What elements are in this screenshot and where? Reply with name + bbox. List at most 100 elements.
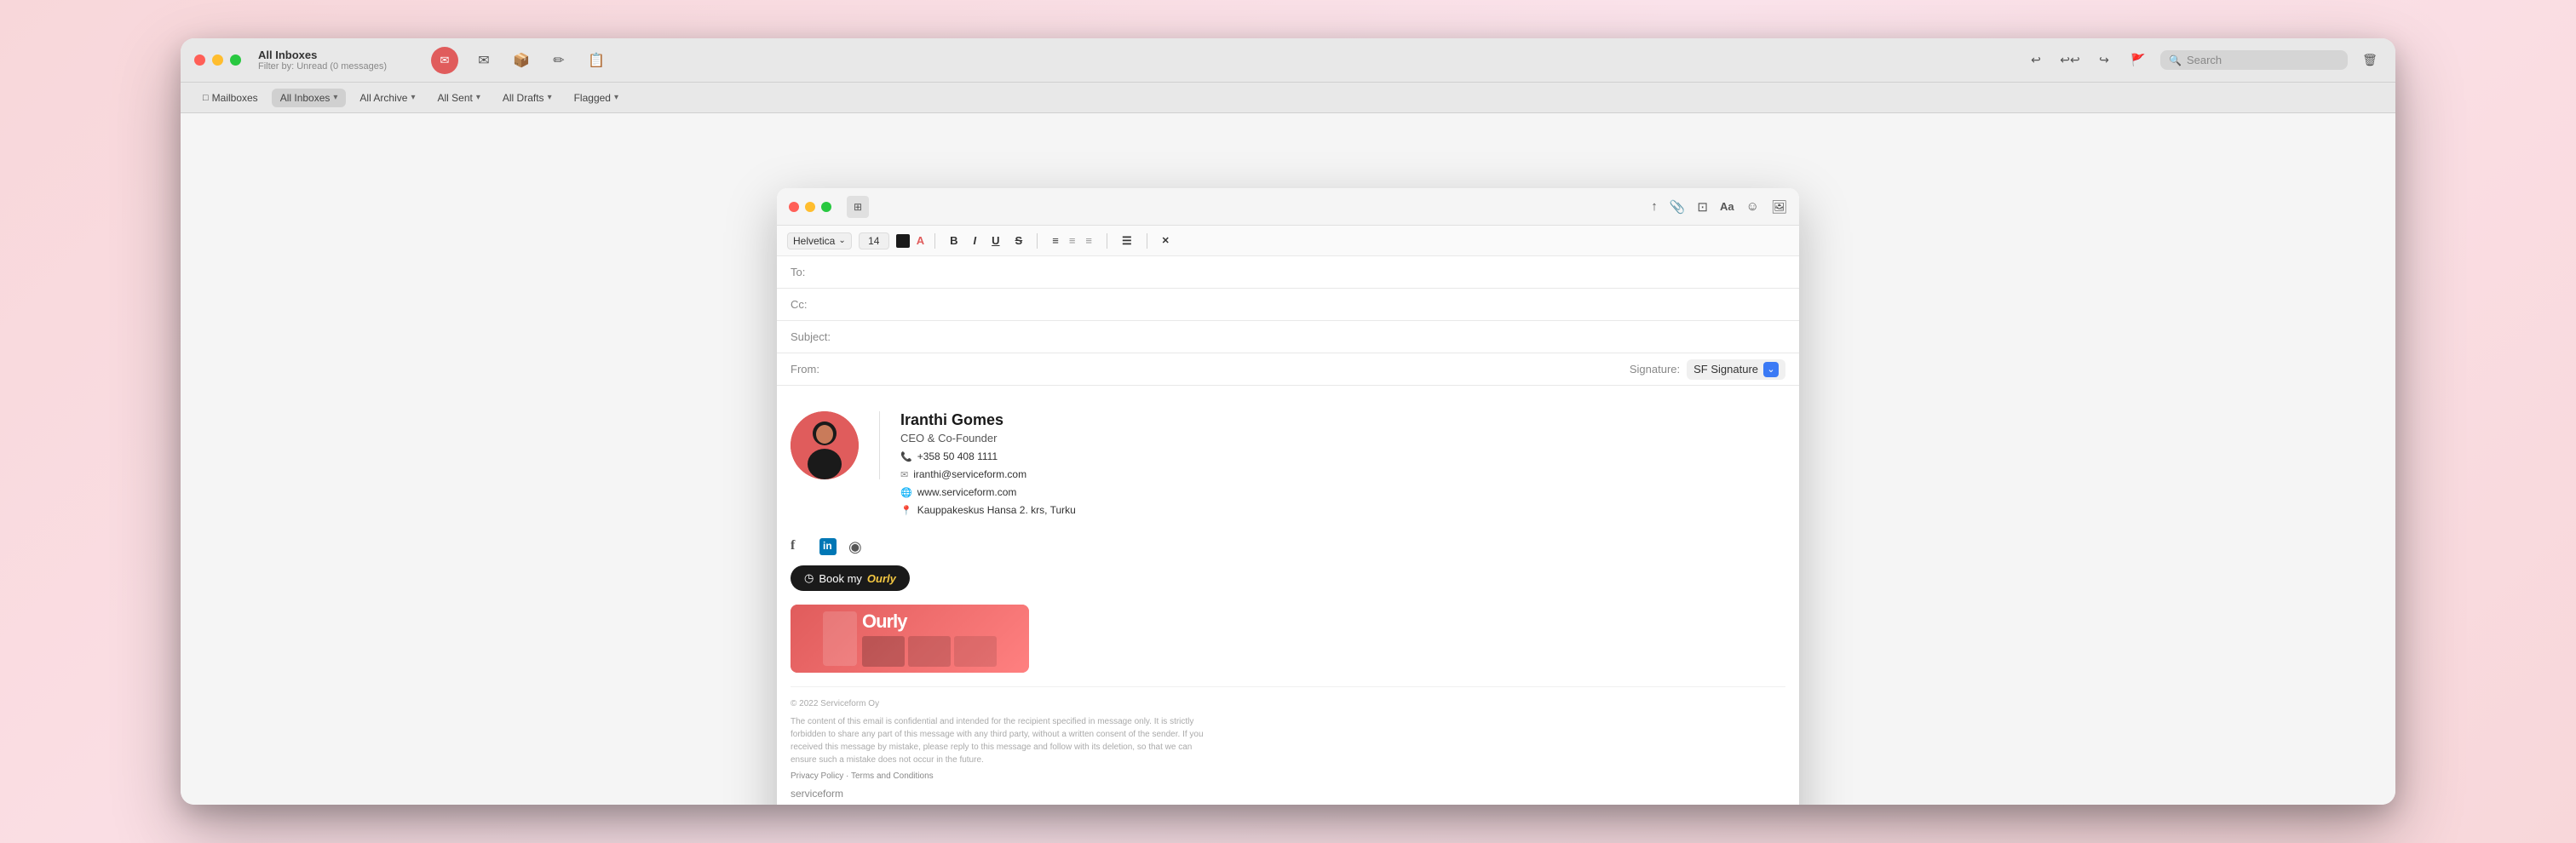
font-size-input[interactable] bbox=[859, 232, 889, 249]
edit-icon[interactable]: ✏ bbox=[547, 49, 571, 72]
mailboxes-icon: □ bbox=[203, 93, 209, 103]
sig-website-row: 🌐 www.serviceform.com bbox=[900, 486, 1076, 498]
tab-mailboxes[interactable]: □ Mailboxes bbox=[194, 89, 267, 107]
to-input[interactable] bbox=[850, 266, 1785, 278]
sig-address: Kauppakeskus Hansa 2. krs, Turku bbox=[917, 504, 1076, 516]
banner-text: Ourly bbox=[862, 611, 997, 633]
phone-icon: 📞 bbox=[900, 451, 912, 462]
compose-window: ⊞ ↑ 📎 ⊡ Aa ☺ 🖼 Helvetica ⌄ bbox=[777, 188, 1799, 805]
from-field-row: From: Signature: SF Signature ⌄ bbox=[777, 353, 1799, 386]
to-field-row: To: bbox=[777, 256, 1799, 289]
forward-button[interactable]: ↪ bbox=[2092, 49, 2116, 72]
tab-all-inboxes-arrow: ▾ bbox=[333, 93, 337, 102]
avatar bbox=[791, 411, 859, 479]
font-color-swatch[interactable] bbox=[896, 234, 910, 248]
signature-value: SF Signature bbox=[1693, 363, 1758, 376]
font-arrow-icon: ⌄ bbox=[838, 236, 845, 245]
compose-circle-icon: ✉ bbox=[431, 47, 458, 74]
compose-traffic-lights bbox=[789, 202, 831, 212]
tab-bar: □ Mailboxes All Inboxes ▾ All Archive ▾ … bbox=[181, 83, 2395, 113]
compose-minimize-btn[interactable] bbox=[805, 202, 815, 212]
compose-maximize-btn[interactable] bbox=[821, 202, 831, 212]
archive-icon[interactable]: 📦 bbox=[509, 49, 533, 72]
to-label: To: bbox=[791, 266, 850, 278]
bold-button[interactable]: B bbox=[946, 232, 962, 249]
note-icon[interactable]: 📋 bbox=[584, 49, 608, 72]
sig-divider bbox=[879, 411, 880, 479]
compose-format-icon[interactable]: Aa bbox=[1720, 200, 1734, 213]
compose-send-icon[interactable]: ↑ bbox=[1651, 199, 1658, 214]
maximize-button[interactable] bbox=[230, 54, 241, 66]
sig-email: iranthi@serviceform.com bbox=[913, 468, 1026, 480]
search-input[interactable] bbox=[2187, 54, 2339, 66]
sig-name: Iranthi Gomes bbox=[900, 411, 1076, 429]
reply-all-button[interactable]: ↩↩ bbox=[2058, 49, 2082, 72]
footer-copyright: © 2022 Serviceform Oy bbox=[791, 697, 1216, 710]
window-title: All Inboxes bbox=[258, 49, 387, 61]
clear-format-button[interactable]: ✕ bbox=[1158, 233, 1174, 248]
email-fields: To: Cc: Subject: From: Signature: SF Si bbox=[777, 256, 1799, 386]
tab-mailboxes-label: Mailboxes bbox=[212, 92, 258, 104]
tab-all-archive-label: All Archive bbox=[359, 92, 407, 104]
window-title-info: All Inboxes Filter by: Unread (0 message… bbox=[258, 49, 387, 72]
italic-button[interactable]: I bbox=[969, 232, 981, 249]
align-center-button[interactable]: ≡ bbox=[1065, 232, 1080, 249]
subject-input[interactable] bbox=[850, 330, 1785, 343]
compose-photo-icon[interactable]: ⊡ bbox=[1697, 199, 1708, 215]
underline-button[interactable]: U bbox=[987, 232, 1003, 249]
align-left-button[interactable]: ≡ bbox=[1048, 232, 1063, 249]
list-button[interactable]: ☰ bbox=[1118, 232, 1136, 249]
mac-window: All Inboxes Filter by: Unread (0 message… bbox=[181, 38, 2395, 805]
signature-selector[interactable]: SF Signature ⌄ bbox=[1687, 359, 1785, 380]
facebook-icon[interactable]: f bbox=[791, 538, 808, 555]
tab-all-archive[interactable]: All Archive ▾ bbox=[351, 89, 423, 107]
location-icon: 📍 bbox=[900, 505, 912, 516]
compose-image-icon[interactable]: 🖼 bbox=[1771, 199, 1787, 215]
tab-all-sent-arrow: ▾ bbox=[476, 93, 480, 102]
footer-section: © 2022 Serviceform Oy The content of thi… bbox=[791, 686, 1785, 800]
linkedin-icon[interactable]: in bbox=[819, 538, 837, 555]
align-right-button[interactable]: ≡ bbox=[1081, 232, 1096, 249]
tab-all-archive-arrow: ▾ bbox=[411, 93, 415, 102]
calendar-icon: ◷ bbox=[804, 571, 814, 585]
trash-button[interactable]: 🗑 bbox=[2358, 49, 2382, 72]
envelope-icon[interactable]: ✉ bbox=[472, 49, 496, 72]
footer-brand: serviceform bbox=[791, 788, 1785, 800]
tab-all-drafts[interactable]: All Drafts ▾ bbox=[494, 89, 561, 107]
close-button[interactable] bbox=[194, 54, 205, 66]
book-btn-text: Book my bbox=[819, 572, 862, 585]
sig-phone-row: 📞 +358 50 408 1111 bbox=[900, 450, 1076, 462]
sig-website: www.serviceform.com bbox=[917, 486, 1017, 498]
tab-all-inboxes[interactable]: All Inboxes ▾ bbox=[272, 89, 347, 107]
toolbar-right: ↩ ↩↩ ↪ 🚩 🔍 🗑 bbox=[2024, 49, 2382, 72]
compose-close-btn[interactable] bbox=[789, 202, 799, 212]
font-selector[interactable]: Helvetica ⌄ bbox=[787, 232, 852, 249]
main-area: ⊞ ↑ 📎 ⊡ Aa ☺ 🖼 Helvetica ⌄ bbox=[181, 113, 2395, 805]
font-name: Helvetica bbox=[793, 235, 835, 247]
minimize-button[interactable] bbox=[212, 54, 223, 66]
instagram-icon[interactable]: ◉ bbox=[848, 538, 865, 555]
ourly-banner: Ourly bbox=[791, 605, 1029, 673]
tab-flagged[interactable]: Flagged ▾ bbox=[566, 89, 627, 107]
from-label: From: bbox=[791, 363, 850, 376]
window-subtitle: Filter by: Unread (0 messages) bbox=[258, 61, 387, 72]
cc-input[interactable] bbox=[850, 298, 1785, 311]
search-bar: 🔍 bbox=[2160, 50, 2348, 70]
title-bar: All Inboxes Filter by: Unread (0 message… bbox=[181, 38, 2395, 83]
tab-all-sent[interactable]: All Sent ▾ bbox=[428, 89, 488, 107]
social-icons: f in ◉ bbox=[791, 538, 1785, 555]
signature-label: Signature: bbox=[1630, 363, 1680, 376]
strikethrough-button[interactable]: S bbox=[1011, 232, 1027, 249]
font-highlight-icon[interactable]: A bbox=[917, 234, 924, 247]
search-icon: 🔍 bbox=[2169, 54, 2182, 66]
reply-button[interactable]: ↩ bbox=[2024, 49, 2048, 72]
subject-field-row: Subject: bbox=[777, 321, 1799, 353]
email-body[interactable]: Iranthi Gomes CEO & Co-Founder 📞 +358 50… bbox=[777, 386, 1799, 805]
footer-legal: The content of this email is confidentia… bbox=[791, 715, 1216, 766]
flag-button[interactable]: 🚩 bbox=[2126, 49, 2150, 72]
align-buttons: ≡ ≡ ≡ bbox=[1048, 232, 1096, 249]
book-button[interactable]: ◷ Book my Ourly bbox=[791, 565, 910, 591]
footer-links[interactable]: Privacy Policy · Terms and Conditions bbox=[791, 771, 1785, 781]
compose-attach-icon[interactable]: 📎 bbox=[1670, 199, 1686, 215]
compose-emoji-icon[interactable]: ☺ bbox=[1746, 199, 1759, 214]
